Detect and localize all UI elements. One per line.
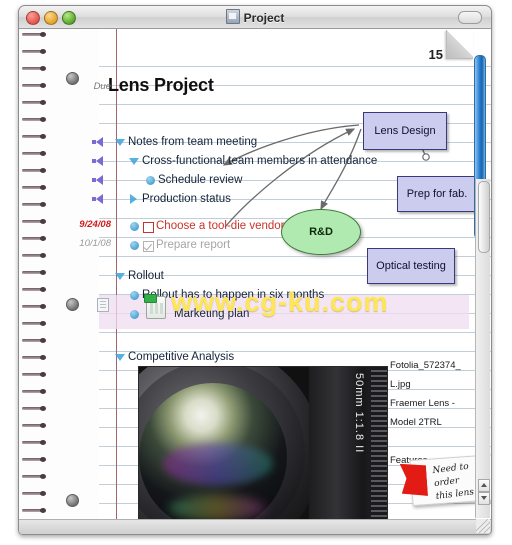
lens-glass bbox=[139, 383, 287, 531]
window-title: Project bbox=[19, 9, 491, 25]
window-title-text: Project bbox=[243, 11, 285, 25]
lens-mid-ring bbox=[139, 367, 305, 532]
outline-item-label[interactable]: Rollout bbox=[128, 270, 164, 282]
caption-line[interactable]: Fotolia_572374_ bbox=[390, 356, 485, 375]
disclosure-triangle-expanded[interactable] bbox=[115, 354, 125, 361]
toolbar-toggle-button[interactable] bbox=[458, 11, 482, 24]
lens-photo[interactable]: 50mm 1:1.8 II bbox=[138, 366, 388, 533]
row-handle[interactable] bbox=[66, 494, 79, 507]
window-bottom-bar bbox=[19, 519, 491, 534]
scroll-down-arrow[interactable] bbox=[478, 492, 490, 505]
checkbox[interactable] bbox=[143, 241, 154, 252]
due-column-header: Due bbox=[93, 81, 111, 92]
note-attachment-icon[interactable] bbox=[97, 298, 109, 312]
resize-grip[interactable] bbox=[476, 519, 490, 533]
audio-icon[interactable] bbox=[92, 175, 103, 185]
section-tabs: NotesProjectsWeb ResearchWritingMultidex bbox=[491, 57, 492, 379]
lens-barrel-text: 50mm 1:1.8 II bbox=[353, 373, 365, 454]
outline-item-label[interactable]: Schedule review bbox=[158, 174, 242, 186]
lens-barrel: 50mm 1:1.8 II bbox=[309, 367, 387, 532]
notebook-page: 15 Lens Project Lens Design Prep for fab… bbox=[19, 29, 491, 534]
row-handle[interactable] bbox=[66, 298, 79, 311]
audio-icon[interactable] bbox=[92, 156, 103, 166]
disclosure-triangle-expanded[interactable] bbox=[115, 273, 125, 280]
outline-bullet[interactable] bbox=[130, 291, 139, 300]
audio-icon[interactable] bbox=[92, 137, 103, 147]
document-icon bbox=[225, 9, 240, 24]
lens-flare-secondary bbox=[169, 495, 265, 521]
watermark: www.cg-ku.com bbox=[171, 287, 389, 317]
lens-flare bbox=[163, 443, 273, 485]
checkbox[interactable] bbox=[143, 222, 154, 233]
caption-line[interactable]: Model 2TRL bbox=[390, 413, 485, 432]
disclosure-triangle-expanded[interactable] bbox=[115, 139, 125, 146]
outline-item-label[interactable]: Choose a tool-die vendor bbox=[156, 220, 285, 232]
tab-multidex[interactable]: Multidex bbox=[491, 315, 492, 379]
title-bar[interactable]: Project bbox=[19, 6, 491, 29]
spreadsheet-icon[interactable] bbox=[144, 294, 166, 319]
lens-knurling bbox=[371, 367, 387, 532]
tab-notes[interactable]: Notes bbox=[491, 57, 492, 105]
outline-item-label[interactable]: Cross-functional team members in attenda… bbox=[142, 155, 377, 167]
caption-line[interactable] bbox=[390, 432, 485, 451]
due-date[interactable]: 9/24/08 bbox=[49, 219, 111, 230]
outline-item-label[interactable]: Notes from team meeting bbox=[128, 136, 257, 148]
lens-outer-ring bbox=[139, 367, 321, 532]
row-handle[interactable] bbox=[66, 72, 79, 85]
tab-writing[interactable]: Writing bbox=[491, 259, 492, 315]
vertical-scrollbar[interactable] bbox=[475, 179, 490, 518]
caption-line[interactable]: L.jpg bbox=[390, 375, 485, 394]
photo-caption: Fotolia_572374_ L.jpg Fraemer Lens - Model … bbox=[390, 356, 485, 470]
outline-bullet[interactable] bbox=[130, 241, 139, 250]
scrollbar-thumb[interactable] bbox=[478, 181, 490, 253]
disclosure-triangle-expanded[interactable] bbox=[129, 158, 139, 165]
tab-projects[interactable]: Projects bbox=[491, 105, 492, 165]
tab-web-research[interactable]: Web Research bbox=[491, 165, 492, 259]
caption-line[interactable]: Fraemer Lens - bbox=[390, 394, 485, 413]
disclosure-triangle-collapsed[interactable] bbox=[130, 194, 137, 204]
outline-bullet[interactable] bbox=[130, 310, 139, 319]
outline-bullet[interactable] bbox=[146, 176, 155, 185]
document-window: Project 15 Lens Project Lens Design Prep… bbox=[18, 5, 492, 535]
scroll-up-arrow[interactable] bbox=[478, 479, 490, 492]
outline-item-label[interactable]: Competitive Analysis bbox=[128, 351, 234, 363]
audio-icon[interactable] bbox=[92, 194, 103, 204]
due-date[interactable]: 10/1/08 bbox=[49, 238, 111, 249]
outline-item-label[interactable]: Prepare report bbox=[156, 239, 230, 251]
outline-bullet[interactable] bbox=[130, 222, 139, 231]
outline-item-label[interactable]: Production status bbox=[142, 193, 231, 205]
